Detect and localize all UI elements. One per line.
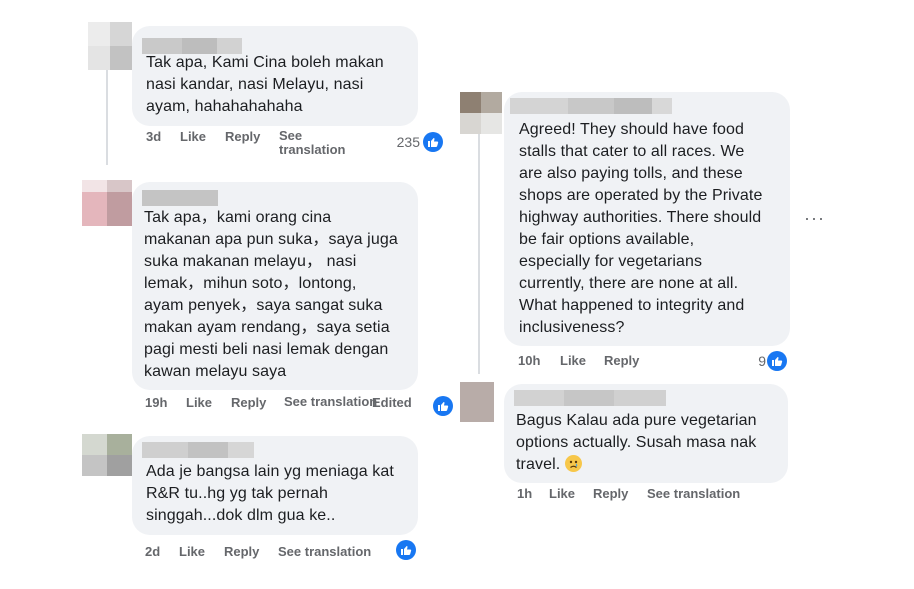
comment-time[interactable]: 3d [146,129,161,144]
like-reaction-icon[interactable] [423,132,443,152]
like-link[interactable]: Like [180,129,206,144]
avatar[interactable] [82,434,132,476]
reply-link[interactable]: Reply [593,486,628,501]
comment-time[interactable]: 19h [145,395,167,410]
comment-actions: 3d Like Reply See translation [146,129,366,159]
see-translation-link[interactable]: See translation [278,544,371,559]
reaction-count[interactable]: 9 [744,353,766,369]
author-name-blurred[interactable] [142,190,218,206]
thread-line [478,134,480,374]
reply-link[interactable]: Reply [225,129,260,144]
comment-actions: 19h Like Reply See translation Edited [145,395,425,425]
avatar[interactable] [460,382,494,422]
comment-bubble: Ada je bangsa lain yg meniaga kat R&R tu… [132,436,418,535]
avatar[interactable] [88,22,132,70]
comment-time[interactable]: 10h [518,353,540,368]
thread-line [106,70,108,165]
like-link[interactable]: Like [549,486,575,501]
reply-link[interactable]: Reply [224,544,259,559]
comment-bubble: Tak apa, Kami Cina boleh makan nasi kand… [132,26,418,126]
author-name-blurred[interactable] [514,390,666,406]
like-reaction-icon[interactable] [767,351,787,371]
comment-text: Ada je bangsa lain yg meniaga kat R&R tu… [146,463,394,524]
more-options-button[interactable]: ··· [804,208,825,229]
reaction-count[interactable]: 235 [388,134,420,150]
see-translation-link[interactable]: See translation [284,395,377,409]
comment-bubble: Bagus Kalau ada pure vegetarian options … [504,384,788,483]
see-translation-link[interactable]: See translation [647,486,740,501]
edited-label: Edited [372,395,412,410]
comment-text-content: Bagus Kalau ada pure vegetarian options … [516,412,757,473]
comment-actions: 2d Like Reply See translation [145,544,405,562]
comment-text: Bagus Kalau ada pure vegetarian options … [516,410,784,476]
comment-text: Agreed! They should have food stalls tha… [519,121,763,336]
avatar[interactable] [460,92,502,134]
avatar[interactable] [82,180,132,226]
comment-bubble: Tak apa，kami orang cina makanan apa pun … [132,182,418,390]
like-link[interactable]: Like [179,544,205,559]
comment-time[interactable]: 1h [517,486,532,501]
comment-time[interactable]: 2d [145,544,160,559]
like-link[interactable]: Like [560,353,586,368]
like-reaction-icon[interactable] [396,540,416,560]
see-translation-link[interactable]: See translation [279,129,366,157]
like-reaction-icon[interactable] [433,396,453,416]
crying-face-emoji-icon [564,455,582,472]
comment-text: Tak apa, Kami Cina boleh makan nasi kand… [146,54,384,115]
comment-bubble: Agreed! They should have food stalls tha… [504,92,790,346]
like-link[interactable]: Like [186,395,212,410]
author-name-blurred[interactable] [510,98,672,114]
reply-link[interactable]: Reply [604,353,639,368]
reply-link[interactable]: Reply [231,395,266,410]
comment-actions: 1h Like Reply See translation [517,486,777,504]
author-name-blurred[interactable] [142,442,254,458]
comment-text: Tak apa，kami orang cina makanan apa pun … [144,209,398,380]
comment-actions: 10h Like Reply [518,353,718,371]
